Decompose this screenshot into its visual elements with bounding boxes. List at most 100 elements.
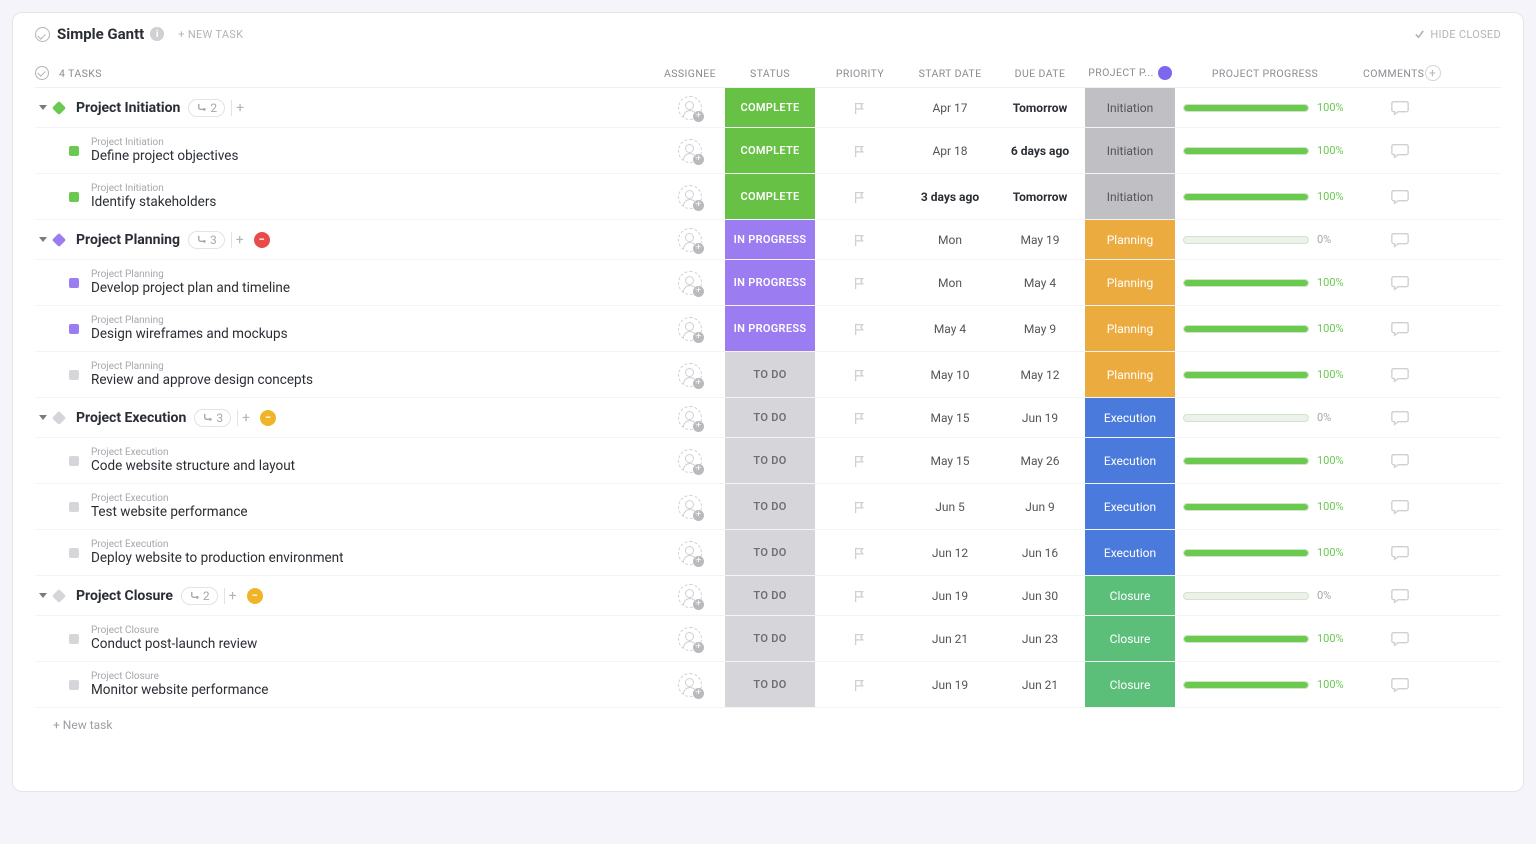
progress-bar[interactable]: 100% (1175, 276, 1355, 289)
phase-badge[interactable]: Execution (1085, 530, 1175, 575)
task-title[interactable]: Develop project plan and timeline (91, 280, 290, 297)
new-task-footer[interactable]: + New task (35, 708, 1501, 732)
start-date[interactable]: Mon (905, 233, 995, 247)
chevron-down-icon[interactable] (39, 237, 47, 242)
chevron-down-icon[interactable] (39, 415, 47, 420)
start-date[interactable]: May 4 (905, 322, 995, 336)
assignee-empty[interactable]: + (678, 185, 702, 209)
start-date[interactable]: Mon (905, 276, 995, 290)
assignee-empty[interactable]: + (678, 406, 702, 430)
task-title[interactable]: Identify stakeholders (91, 194, 216, 211)
col-start-date[interactable]: START DATE (905, 67, 995, 80)
priority-flag[interactable] (815, 678, 905, 692)
priority-flag[interactable] (815, 368, 905, 382)
assignee-empty[interactable]: + (678, 541, 702, 565)
status-badge[interactable]: TO DO (725, 662, 815, 707)
task-row[interactable]: Project Closure Monitor website performa… (35, 662, 1501, 708)
comments-button[interactable] (1390, 408, 1410, 428)
priority-flag[interactable] (815, 276, 905, 290)
due-date[interactable]: 6 days ago (995, 144, 1085, 158)
start-date[interactable]: Jun 12 (905, 546, 995, 560)
info-icon[interactable]: i (150, 27, 164, 41)
group-name[interactable]: Project Planning (76, 232, 180, 248)
assignee-empty[interactable]: + (678, 271, 702, 295)
phase-badge[interactable]: Initiation (1085, 88, 1175, 127)
assignee-empty[interactable]: + (678, 139, 702, 163)
task-title[interactable]: Design wireframes and mockups (91, 326, 288, 343)
status-badge[interactable]: TO DO (725, 484, 815, 529)
col-phase[interactable]: PROJECT P... (1085, 66, 1175, 80)
collapse-all-icon[interactable] (35, 27, 50, 42)
phase-badge[interactable]: Initiation (1085, 174, 1175, 219)
add-subtask-button[interactable]: + (224, 588, 241, 604)
phase-badge[interactable]: Closure (1085, 662, 1175, 707)
phase-badge[interactable]: Initiation (1085, 128, 1175, 173)
priority-flag[interactable] (815, 411, 905, 425)
chevron-down-icon[interactable] (39, 105, 47, 110)
start-date[interactable]: Apr 18 (905, 144, 995, 158)
new-task-button[interactable]: + NEW TASK (178, 28, 243, 41)
phase-badge[interactable]: Execution (1085, 484, 1175, 529)
comments-button[interactable] (1390, 586, 1410, 606)
hide-closed-toggle[interactable]: HIDE CLOSED (1414, 28, 1501, 41)
task-row[interactable]: Project Execution Test website performan… (35, 484, 1501, 530)
due-date[interactable]: May 19 (995, 233, 1085, 247)
col-due-date[interactable]: DUE DATE (995, 67, 1085, 80)
due-date[interactable]: May 26 (995, 454, 1085, 468)
start-date[interactable]: Jun 19 (905, 589, 995, 603)
col-priority[interactable]: PRIORITY (815, 67, 905, 80)
comments-button[interactable] (1390, 98, 1410, 118)
progress-bar[interactable]: 100% (1175, 454, 1355, 467)
task-row[interactable]: Project Planning Review and approve desi… (35, 352, 1501, 398)
assignee-empty[interactable]: + (678, 584, 702, 608)
comments-button[interactable] (1390, 230, 1410, 250)
assignee-empty[interactable]: + (678, 673, 702, 697)
priority-flag[interactable] (815, 454, 905, 468)
assignee-empty[interactable]: + (678, 363, 702, 387)
group-name[interactable]: Project Initiation (76, 100, 180, 116)
priority-flag[interactable] (815, 632, 905, 646)
progress-bar[interactable]: 0% (1175, 411, 1355, 424)
due-date[interactable]: May 4 (995, 276, 1085, 290)
phase-badge[interactable]: Planning (1085, 260, 1175, 305)
progress-bar[interactable]: 0% (1175, 233, 1355, 246)
due-date[interactable]: Jun 16 (995, 546, 1085, 560)
start-date[interactable]: Jun 21 (905, 632, 995, 646)
progress-bar[interactable]: 100% (1175, 678, 1355, 691)
col-comments[interactable]: COMMENTS + (1355, 65, 1445, 81)
priority-flag[interactable] (815, 322, 905, 336)
comments-button[interactable] (1390, 319, 1410, 339)
due-date[interactable]: Jun 30 (995, 589, 1085, 603)
status-badge[interactable]: TO DO (725, 616, 815, 661)
status-badge[interactable]: IN PROGRESS (725, 306, 815, 351)
task-row[interactable]: Project Execution Deploy website to prod… (35, 530, 1501, 576)
select-all-icon[interactable] (35, 66, 49, 80)
comments-button[interactable] (1390, 543, 1410, 563)
task-title[interactable]: Code website structure and layout (91, 458, 295, 475)
due-date[interactable]: Tomorrow (995, 101, 1085, 115)
subtask-count[interactable]: 2 (188, 99, 225, 117)
progress-bar[interactable]: 100% (1175, 500, 1355, 513)
due-date[interactable]: May 9 (995, 322, 1085, 336)
subtask-count[interactable]: 3 (188, 231, 225, 249)
group-row[interactable]: Project Execution 3 + − + TO DO May 15 J… (35, 398, 1501, 438)
status-badge[interactable]: TO DO (725, 398, 815, 437)
comments-button[interactable] (1390, 187, 1410, 207)
phase-badge[interactable]: Closure (1085, 616, 1175, 661)
task-row[interactable]: Project Closure Conduct post-launch revi… (35, 616, 1501, 662)
progress-bar[interactable]: 0% (1175, 589, 1355, 602)
progress-bar[interactable]: 100% (1175, 632, 1355, 645)
start-date[interactable]: Jun 19 (905, 678, 995, 692)
progress-bar[interactable]: 100% (1175, 368, 1355, 381)
comments-button[interactable] (1390, 273, 1410, 293)
progress-bar[interactable]: 100% (1175, 190, 1355, 203)
comments-button[interactable] (1390, 629, 1410, 649)
col-assignee[interactable]: ASSIGNEE (655, 67, 725, 80)
comments-button[interactable] (1390, 365, 1410, 385)
subtask-count[interactable]: 3 (194, 409, 231, 427)
assignee-empty[interactable]: + (678, 495, 702, 519)
start-date[interactable]: May 15 (905, 454, 995, 468)
group-name[interactable]: Project Closure (76, 588, 173, 604)
due-date[interactable]: Tomorrow (995, 190, 1085, 204)
phase-badge[interactable]: Planning (1085, 306, 1175, 351)
